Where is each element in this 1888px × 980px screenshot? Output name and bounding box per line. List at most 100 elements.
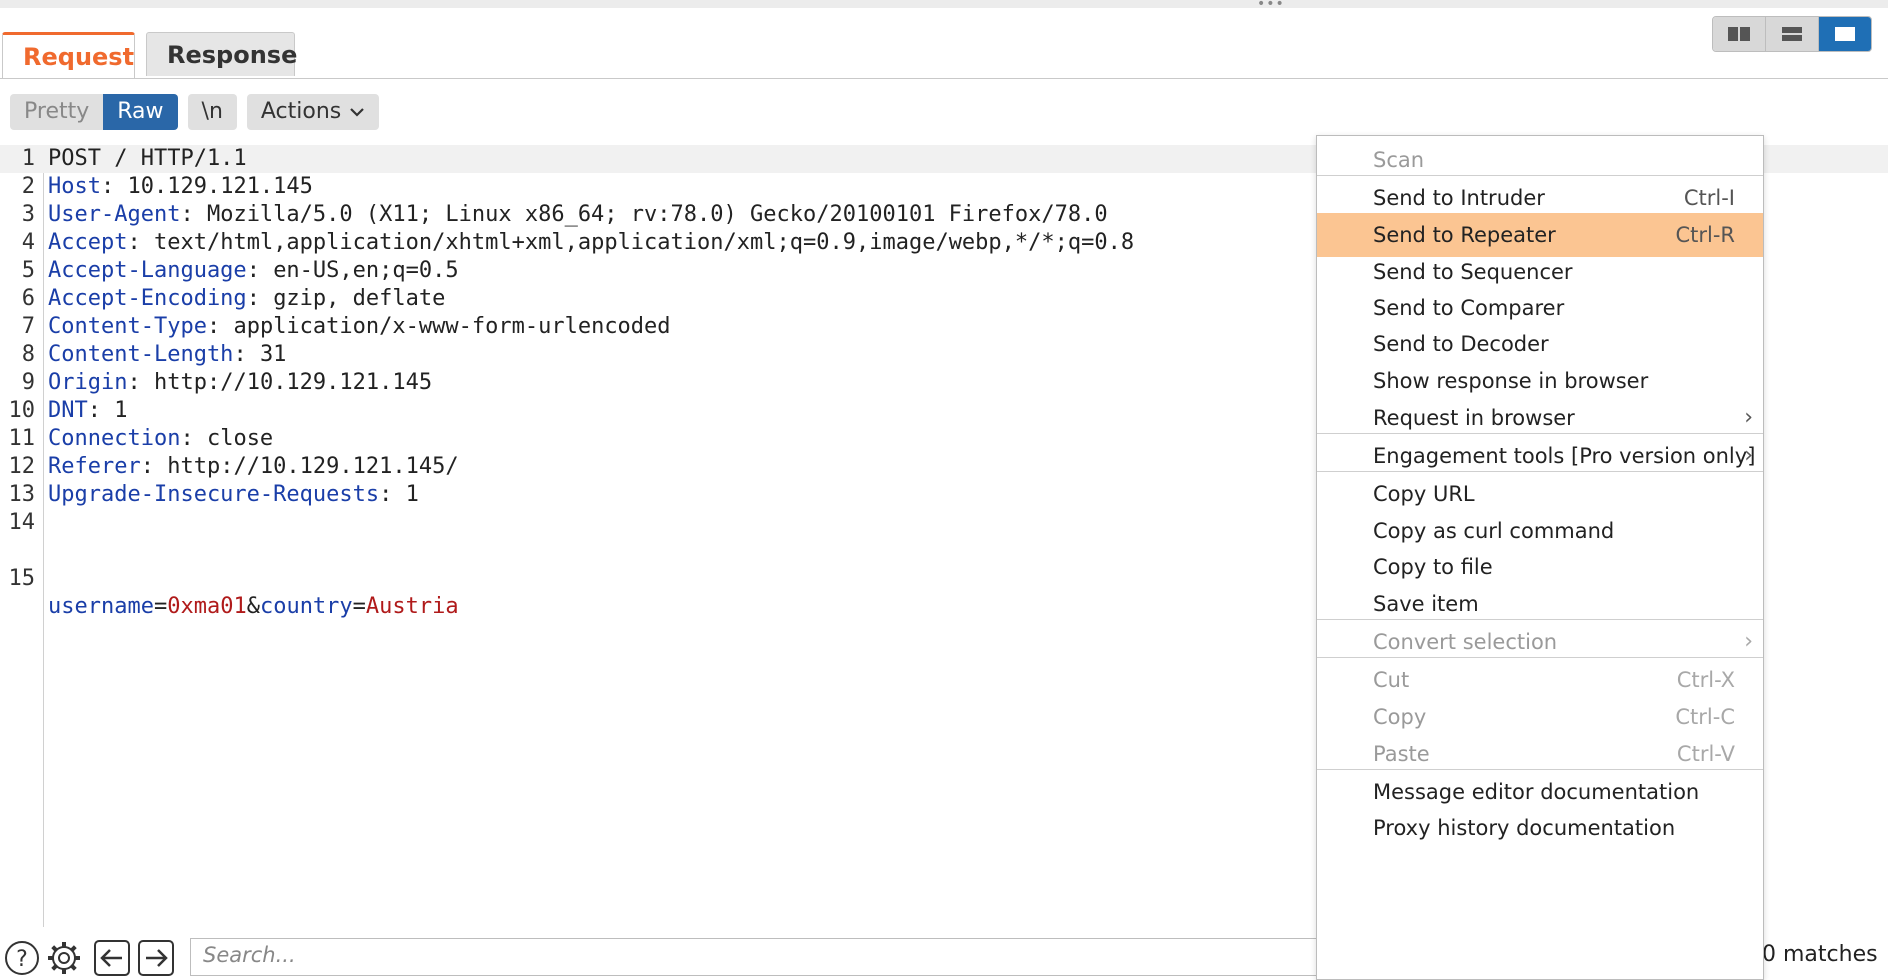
match-count: 0 matches	[1762, 942, 1878, 967]
menu-item-proxy-history-documentation[interactable]: Proxy history documentation	[1317, 806, 1763, 850]
tab-bar: Request Response	[0, 32, 1888, 79]
drag-handle-icon[interactable]: •••	[1257, 0, 1285, 11]
code-text: Accept: text/html,application/xhtml+xml,…	[48, 229, 1134, 257]
param-equals: =	[153, 594, 168, 619]
format-toggle: Pretty Raw	[10, 94, 178, 130]
code-text: Accept-Language: en-US,en;q=0.5	[48, 257, 459, 285]
newline-toggle-button[interactable]: \n	[187, 94, 237, 130]
header-value: 31	[259, 342, 287, 367]
header-name: Content-Type	[48, 314, 207, 339]
header-name: DNT	[48, 398, 88, 423]
line-number: 7	[21, 314, 35, 339]
header-name: Accept-Encoding	[48, 286, 247, 311]
line-number: 10	[8, 398, 36, 423]
request-line: POST / HTTP/1.1	[48, 146, 247, 171]
header-value: http://10.129.121.145/	[167, 454, 459, 479]
line-number: 11	[8, 426, 36, 451]
columns-layout-button[interactable]	[1713, 17, 1766, 51]
header-value: application/x-www-form-urlencoded	[233, 314, 671, 339]
header-separator: :	[379, 482, 406, 507]
code-text: Content-Length: 31	[48, 341, 286, 369]
line-number: 12	[8, 454, 36, 479]
code-text: Content-Type: application/x-www-form-url…	[48, 313, 671, 341]
header-name: Connection	[48, 426, 181, 451]
code-text: Connection: close	[48, 425, 273, 453]
layout-toggle-group	[1712, 16, 1872, 52]
line-number: 15	[8, 566, 36, 591]
header-value: http://10.129.121.145	[153, 370, 433, 395]
single-pane-icon	[1835, 27, 1855, 41]
header-value: close	[206, 426, 274, 451]
param-equals: =	[352, 594, 366, 619]
header-separator: :	[180, 202, 207, 227]
body-params: username=0xma01&country=Austria	[48, 593, 459, 621]
line-number: 5	[21, 258, 35, 283]
line-number: 9	[21, 370, 35, 395]
pretty-button[interactable]: Pretty	[10, 94, 104, 130]
line-number: 13	[8, 482, 36, 507]
header-name: Origin	[48, 370, 128, 395]
header-separator: :	[233, 342, 260, 367]
chevron-down-icon	[350, 108, 365, 117]
actions-dropdown-button[interactable]: Actions	[246, 94, 380, 130]
param-value: 0xma01	[167, 594, 247, 619]
columns-icon	[1728, 27, 1750, 41]
line-number: 2	[21, 174, 35, 199]
arrow-right-icon[interactable]	[138, 940, 174, 976]
header-value: 1	[405, 482, 419, 507]
tab-request[interactable]: Request	[2, 32, 135, 78]
menu-item-label: Proxy history documentation	[1373, 816, 1676, 840]
header-value: en-US,en;q=0.5	[273, 258, 459, 283]
help-icon[interactable]: ?	[4, 940, 40, 976]
raw-button[interactable]: Raw	[103, 94, 178, 130]
menu-separator	[1317, 175, 1763, 176]
line-number: 6	[21, 286, 35, 311]
code-text: Upgrade-Insecure-Requests: 1	[48, 481, 419, 509]
code-text: Host: 10.129.121.145	[48, 173, 313, 201]
tab-response[interactable]: Response	[146, 32, 297, 76]
actions-label: Actions	[260, 99, 342, 124]
context-menu: Scan Send to Intruder Ctrl-I Send to Repeat…	[1316, 135, 1764, 980]
search-input[interactable]: Search...	[190, 938, 1320, 976]
param-key: username	[48, 594, 154, 619]
header-name: User-Agent	[48, 202, 181, 227]
editor-toolbar: Pretty Raw \n Actions	[10, 94, 380, 130]
header-separator: :	[127, 370, 154, 395]
header-value: gzip, deflate	[273, 286, 446, 311]
header-separator: :	[246, 286, 274, 311]
header-name: Upgrade-Insecure-Requests	[48, 482, 380, 507]
arrow-left-icon[interactable]	[94, 940, 130, 976]
header-separator: :	[140, 454, 168, 479]
header-value: 1	[114, 398, 128, 423]
header-name: Content-Length	[48, 342, 234, 367]
line-number: 3	[21, 202, 35, 227]
line-number: 1	[21, 146, 35, 171]
rows-layout-button[interactable]	[1766, 17, 1819, 51]
header-value: text/html,application/xhtml+xml,applicat…	[153, 230, 1135, 255]
top-strip	[0, 0, 1888, 8]
header-separator: :	[100, 174, 128, 199]
header-name: Accept-Language	[48, 258, 247, 283]
header-name: Referer	[48, 454, 141, 479]
line-number: 14	[8, 510, 36, 535]
settings-gear-icon[interactable]	[46, 940, 82, 976]
menu-separator	[1317, 657, 1763, 658]
header-value: 10.129.121.145	[127, 174, 313, 199]
param-value: Austria	[365, 594, 459, 619]
code-text: Accept-Encoding: gzip, deflate	[48, 285, 445, 313]
header-separator: :	[127, 230, 154, 255]
code-text: Origin: http://10.129.121.145	[48, 369, 432, 397]
header-value: Mozilla/5.0 (X11; Linux x86_64; rv:78.0)…	[206, 202, 1108, 227]
svg-text:?: ?	[16, 947, 28, 972]
rows-icon	[1782, 27, 1802, 41]
param-key: country	[259, 594, 353, 619]
line-number: 8	[21, 342, 35, 367]
code-text: POST / HTTP/1.1	[48, 145, 247, 173]
param-separator: &	[246, 594, 260, 619]
line-number: 4	[21, 230, 35, 255]
menu-separator	[1317, 769, 1763, 770]
header-name: Accept	[48, 230, 128, 255]
header-name: Host	[48, 174, 101, 199]
menu-separator	[1317, 619, 1763, 620]
single-pane-layout-button[interactable]	[1819, 17, 1871, 51]
